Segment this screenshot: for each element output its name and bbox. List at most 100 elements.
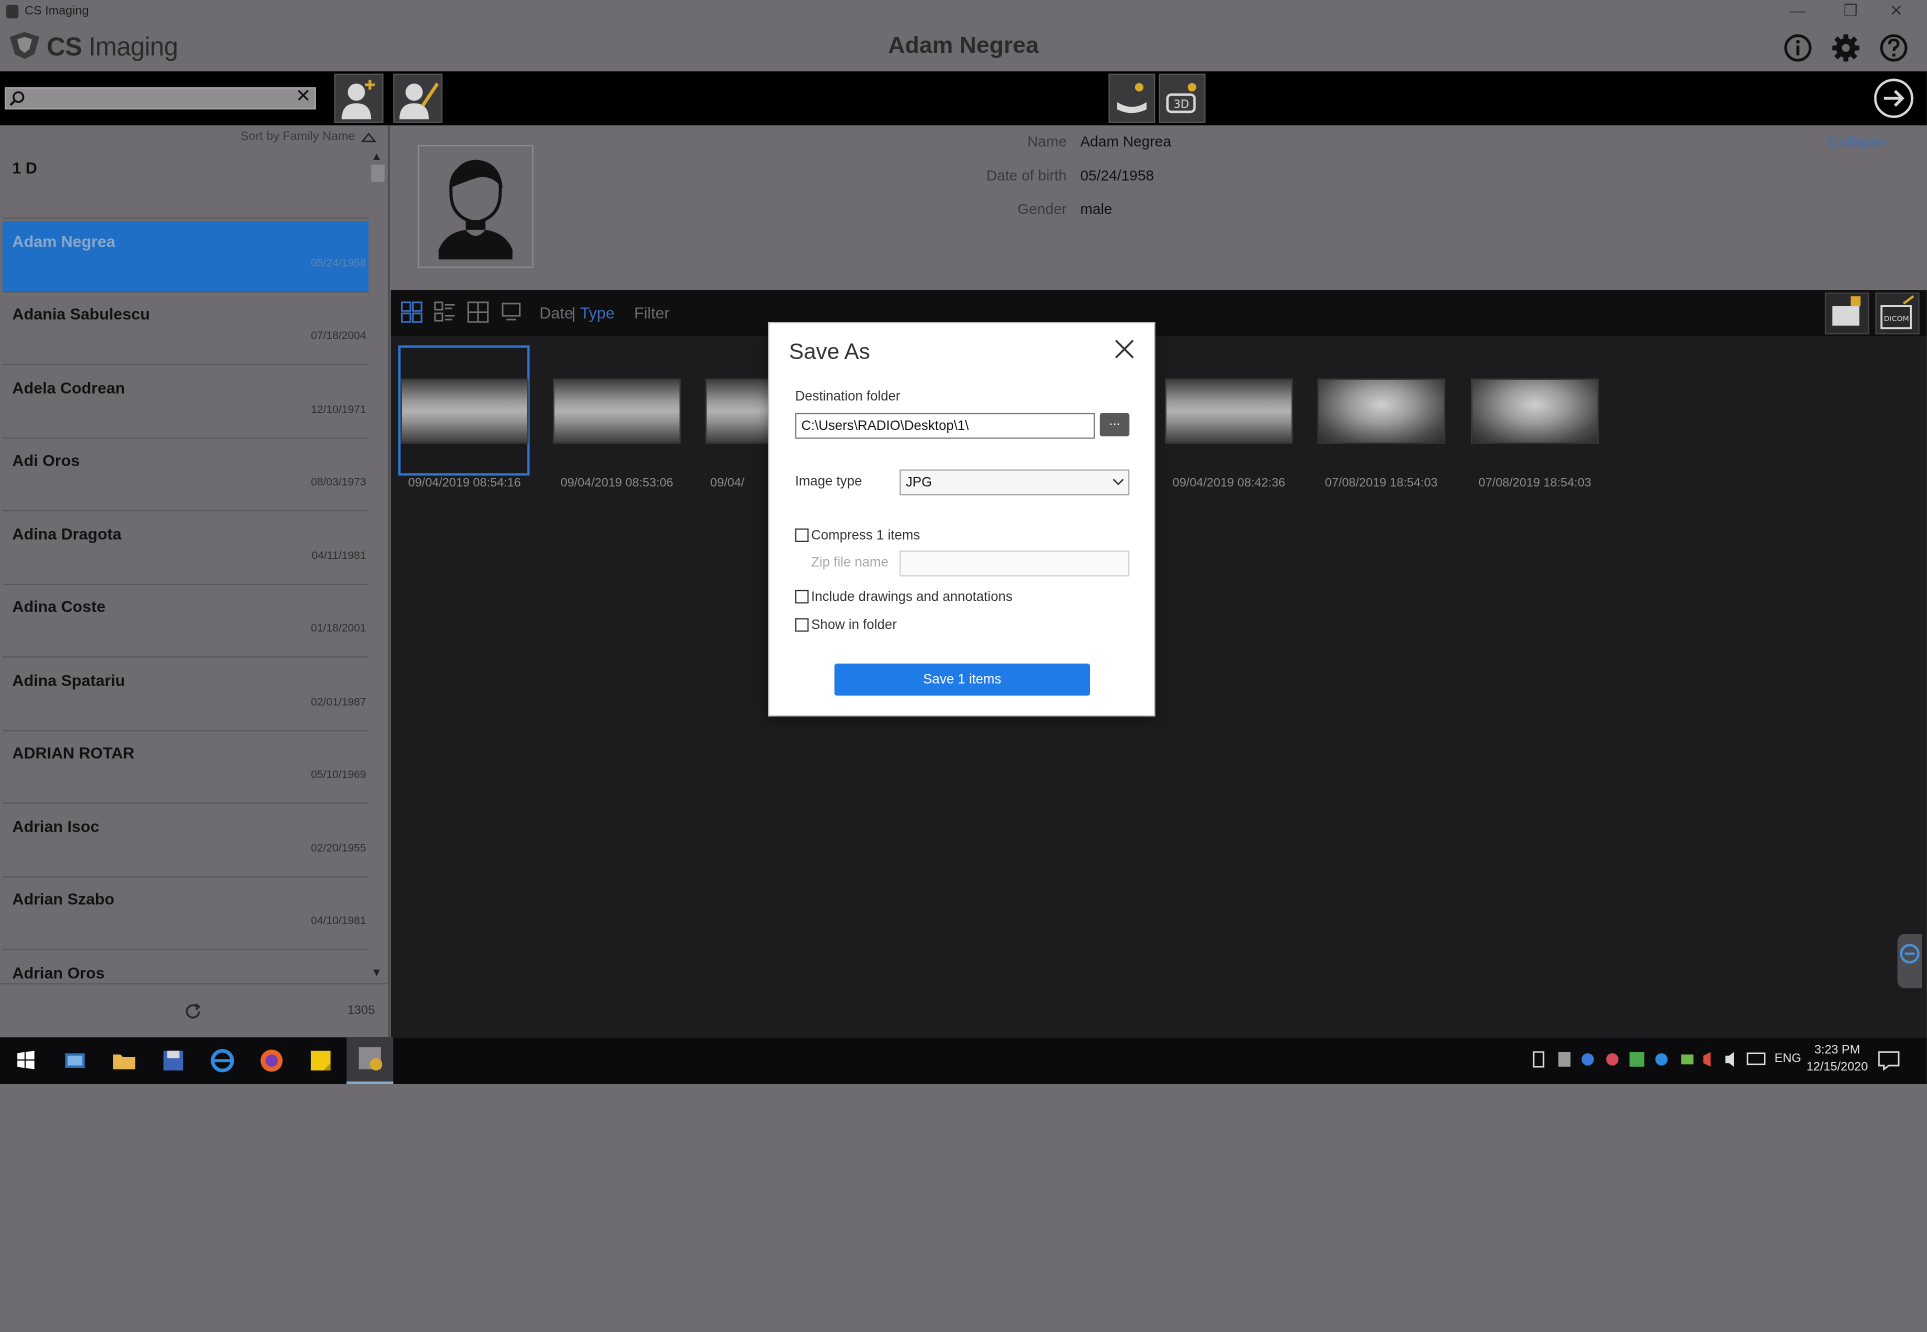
patient-list-item[interactable]: Adina Dragota 04/11/1981 xyxy=(2,514,369,586)
arrow-right-icon[interactable] xyxy=(1873,77,1915,119)
sort-by-type[interactable]: Type xyxy=(580,304,615,322)
chevron-down-icon xyxy=(1112,478,1124,486)
patient-list-item[interactable]: Adi Oros 08/03/1973 xyxy=(2,440,369,512)
cs-imaging-taskbar-button[interactable] xyxy=(346,1037,394,1084)
add-patient-button[interactable] xyxy=(334,73,384,123)
refresh-icon[interactable] xyxy=(182,1000,204,1022)
search-input[interactable] xyxy=(28,89,287,107)
include-annotations-checkbox[interactable] xyxy=(795,589,809,604)
ct-3d-acquire-icon: 3D xyxy=(1166,82,1197,114)
image-thumbnail[interactable] xyxy=(1164,378,1293,444)
windows-start-icon[interactable] xyxy=(10,1045,42,1077)
compare-view-icon[interactable] xyxy=(467,301,489,323)
patient-count: 1305 xyxy=(347,1004,375,1018)
firefox-icon[interactable] xyxy=(256,1045,288,1077)
single-view-icon[interactable] xyxy=(500,301,522,323)
list-view-icon[interactable] xyxy=(434,301,456,323)
destination-folder-input[interactable] xyxy=(795,412,1095,439)
acquire-3d-button[interactable]: 3D xyxy=(1158,73,1206,123)
patient-name: Adina Dragota xyxy=(12,524,122,544)
file-explorer-icon[interactable] xyxy=(108,1045,140,1077)
scrollbar-thumb[interactable] xyxy=(371,164,385,182)
internet-explorer-icon[interactable] xyxy=(206,1045,238,1077)
sort-separator: | xyxy=(571,303,576,322)
clock-time: 3:23 PM xyxy=(1814,1043,1861,1057)
person-placeholder-icon xyxy=(438,159,513,260)
svg-text:3D: 3D xyxy=(1174,98,1190,111)
image-date: 09/04/2019 08:42:36 xyxy=(1172,476,1286,491)
edit-patient-icon xyxy=(399,82,439,120)
close-window-button[interactable]: ✕ xyxy=(1880,1,1912,23)
show-in-folder-checkbox[interactable] xyxy=(795,618,809,632)
lock-export-button[interactable] xyxy=(1824,292,1870,335)
patient-list-item[interactable]: Adrian Oros xyxy=(2,952,368,983)
save-button[interactable]: Save 1 items xyxy=(834,663,1091,696)
zip-file-name-input xyxy=(899,550,1130,577)
image-thumbnail[interactable] xyxy=(1317,378,1446,444)
image-thumbnail[interactable] xyxy=(1470,378,1599,444)
sort-ascending-icon[interactable] xyxy=(361,132,377,144)
patient-name: ADRIAN ROTAR xyxy=(12,743,135,762)
image-thumbnail[interactable] xyxy=(553,378,681,444)
save-disk-icon[interactable] xyxy=(157,1045,189,1077)
acquire-pano-button[interactable] xyxy=(1108,73,1156,123)
scroll-down-icon[interactable]: ▼ xyxy=(371,966,382,978)
system-tray-icons[interactable] xyxy=(1531,1048,1678,1070)
image-thumbnail[interactable] xyxy=(705,378,770,444)
patient-list-item[interactable]: Adrian Isoc 02/20/1955 xyxy=(2,806,369,878)
patient-details-panel xyxy=(390,125,1927,291)
compress-checkbox[interactable] xyxy=(795,528,809,542)
close-icon[interactable] xyxy=(1112,337,1137,362)
restore-button[interactable]: ❐ xyxy=(1835,1,1867,23)
svg-text:DICOM: DICOM xyxy=(1884,314,1909,323)
patient-list-item-selected[interactable]: Adam Negrea 05/24/1958 xyxy=(2,221,369,293)
notifications-icon[interactable] xyxy=(1877,1050,1902,1072)
app-icon xyxy=(6,4,19,19)
patient-avatar[interactable] xyxy=(417,145,534,268)
patient-list-item[interactable]: Adela Codrean 12/10/1971 xyxy=(2,367,369,439)
sort-label[interactable]: Sort by Family Name xyxy=(0,130,355,144)
image-thumbnail[interactable] xyxy=(400,378,529,444)
scroll-up-icon[interactable]: ▲ xyxy=(371,150,382,162)
minimize-button[interactable]: — xyxy=(1782,1,1814,23)
dicomdir-button[interactable]: DICOM xyxy=(1875,292,1920,335)
side-panel-tab[interactable] xyxy=(1897,934,1922,989)
patient-list-item[interactable]: Adina Coste 01/18/2001 xyxy=(2,586,369,658)
dob-label: Date of birth xyxy=(986,167,1067,185)
image-type-label: Image type xyxy=(795,474,862,490)
edit-patient-button[interactable] xyxy=(393,73,443,123)
collapse-link[interactable]: Collapse xyxy=(1829,133,1886,150)
sticky-notes-icon[interactable] xyxy=(305,1045,337,1077)
save-as-dialog: Save As Destination folder ... Image typ… xyxy=(768,321,1156,717)
dicomdir-icon: DICOM xyxy=(1880,295,1915,330)
sort-by-date[interactable]: Date xyxy=(539,304,573,322)
patient-name: 1 D xyxy=(12,158,38,177)
taskbar-clock[interactable]: 3:23 PM 12/15/2020 xyxy=(1797,1042,1878,1076)
patient-list-item[interactable]: ADRIAN ROTAR 05/10/1969 xyxy=(2,732,369,804)
patient-dob: 04/10/1981 xyxy=(310,914,367,927)
taskview-icon[interactable] xyxy=(59,1045,91,1077)
patient-list-item[interactable]: 1 D xyxy=(2,147,369,219)
clear-search-icon[interactable]: ✕ xyxy=(295,87,310,107)
patient-list-item[interactable]: Adina Spatariu 02/01/1987 xyxy=(2,660,369,732)
page-title: Adam Negrea xyxy=(888,33,1039,59)
help-icon[interactable] xyxy=(1878,32,1910,64)
patient-name: Adina Spatariu xyxy=(12,671,126,690)
network-volume-icons[interactable] xyxy=(1679,1048,1775,1070)
patient-list-scrollbar[interactable]: ▲ ▼ xyxy=(370,147,385,983)
info-icon[interactable] xyxy=(1782,32,1814,64)
gear-icon[interactable] xyxy=(1830,32,1862,64)
filter-button[interactable]: Filter xyxy=(634,304,670,322)
image-date: 09/04/ xyxy=(710,476,745,491)
browse-button[interactable]: ... xyxy=(1099,412,1130,437)
search-icon xyxy=(9,91,25,106)
remote-support-icon xyxy=(1899,943,1920,964)
name-label: Name xyxy=(1027,132,1067,150)
patient-list-item[interactable]: Adania Sabulescu 07/18/2004 xyxy=(2,294,369,366)
patient-name: Adi Oros xyxy=(12,451,80,470)
image-type-select[interactable]: JPG xyxy=(899,469,1130,496)
patient-dob: 07/18/2004 xyxy=(310,329,367,342)
patient-list-item[interactable]: Adrian Szabo 04/10/1981 xyxy=(2,879,369,951)
patient-search[interactable]: ✕ xyxy=(4,87,316,110)
grid-view-icon[interactable] xyxy=(400,301,423,323)
